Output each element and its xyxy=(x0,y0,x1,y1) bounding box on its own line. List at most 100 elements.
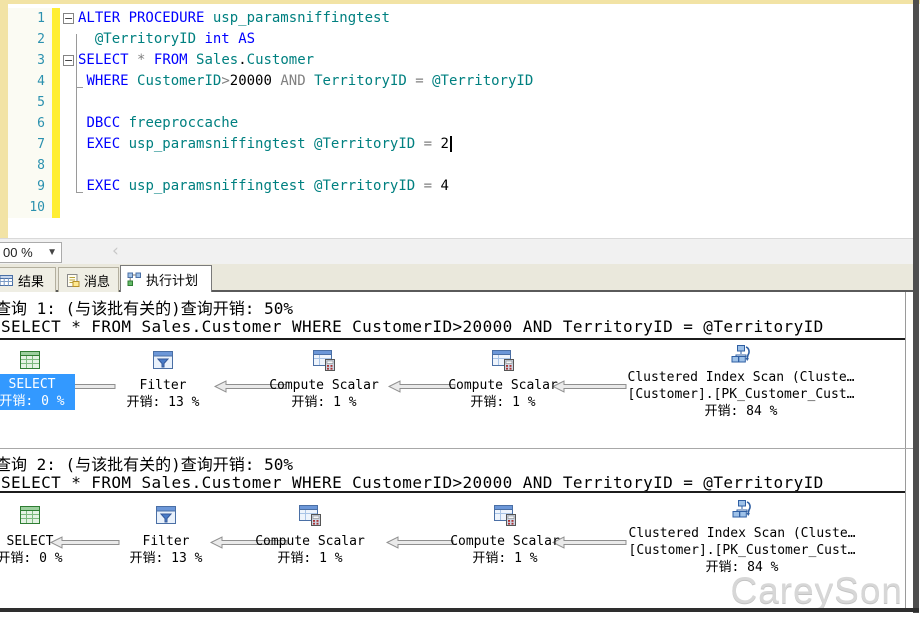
plan-node-label: Compute Scalar xyxy=(433,377,573,394)
plan-node-label: Compute Scalar xyxy=(435,533,575,550)
line-number: 8 xyxy=(8,155,52,176)
modified-line-indicator xyxy=(52,155,60,176)
compute-scalar-icon xyxy=(493,503,517,527)
plan-node[interactable]: Compute Scalar开销: 1 % xyxy=(240,533,380,567)
plan-node-cost: 开销: 1 % xyxy=(240,550,380,567)
scroll-left-icon[interactable]: ‹ xyxy=(112,241,119,261)
zoom-level-value: 00 % xyxy=(0,245,33,260)
plan-node-cost: 开销: 13 % xyxy=(93,394,233,411)
code-text: SELECT * FROM Sales.Customer xyxy=(78,50,913,71)
editor-hscrollbar[interactable]: 00 % ▼ ‹ xyxy=(0,238,913,264)
code-line-4[interactable]: 4 WHERE CustomerID>20000 AND TerritoryID… xyxy=(8,71,913,92)
tab-execution-plan[interactable]: 执行计划 xyxy=(120,265,212,292)
code-text xyxy=(78,155,913,176)
results-tab-bar: 结果 消息执行计划 xyxy=(0,264,913,292)
code-line-3[interactable]: 3−SELECT * FROM Sales.Customer xyxy=(8,50,913,71)
plan-node-cost: 开销: 84 % xyxy=(606,403,876,420)
plan-node[interactable]: Filter开销: 13 % xyxy=(96,533,236,567)
query1-sql: SELECT * FROM Sales.Customer WHERE Custo… xyxy=(1,317,824,336)
messages-icon xyxy=(65,273,80,288)
code-text xyxy=(78,197,913,218)
fold-margin xyxy=(60,197,78,218)
code-line-8[interactable]: 8 xyxy=(8,155,913,176)
fold-collapse-icon[interactable]: − xyxy=(63,13,74,24)
code-text: EXEC usp_paramsniffingtest @TerritoryID … xyxy=(78,134,913,155)
plan-node-label: SELECT xyxy=(0,533,100,550)
window-left-edge xyxy=(0,4,8,238)
code-text: DBCC freeproccache xyxy=(78,113,913,134)
line-number: 5 xyxy=(8,92,52,113)
plan-node[interactable]: SELECT开销: 0 % xyxy=(0,374,75,410)
divider xyxy=(0,448,913,449)
filter-icon xyxy=(151,348,175,372)
tab-results[interactable]: 结果 xyxy=(0,267,56,292)
filter-icon xyxy=(154,503,178,527)
code-text: ALTER PROCEDURE usp_paramsniffingtest xyxy=(78,8,913,29)
query1-plan-canvas[interactable]: SELECT开销: 0 % Filter开销: 13 % Compute Scala… xyxy=(0,340,905,447)
plan-node[interactable]: Compute Scalar开销: 1 % xyxy=(433,377,573,411)
code-line-7[interactable]: 7 EXEC usp_paramsniffingtest @TerritoryI… xyxy=(8,134,913,155)
plan-node-label: Clustered Index Scan (Cluste… xyxy=(606,369,876,386)
tab-messages[interactable]: 消息 xyxy=(58,267,119,292)
line-number: 1 xyxy=(8,8,52,29)
plan-node-cost: 开销: 0 % xyxy=(0,550,100,567)
window-bottom-edge xyxy=(0,608,919,612)
result-icon xyxy=(18,348,42,372)
sql-editor[interactable]: 1−ALTER PROCEDURE usp_paramsniffingtest2… xyxy=(8,4,913,238)
plan-node[interactable]: Compute Scalar开销: 1 % xyxy=(435,533,575,567)
modified-line-indicator xyxy=(52,50,60,71)
fold-margin: − xyxy=(60,8,78,29)
plan-node-label: Clustered Index Scan (Cluste… xyxy=(607,525,877,542)
compute-scalar-icon xyxy=(312,348,336,372)
plan-node-label: Compute Scalar xyxy=(240,533,380,550)
line-number: 6 xyxy=(8,113,52,134)
chevron-down-icon: ▼ xyxy=(47,247,61,258)
plan-node-object: [Customer].[PK_Customer_Cust… xyxy=(606,386,876,403)
plan-node-cost: 开销: 1 % xyxy=(435,550,575,567)
code-text: @TerritoryID int AS xyxy=(78,29,913,50)
plan-node-cost: 开销: 13 % xyxy=(96,550,236,567)
modified-line-indicator xyxy=(52,71,60,92)
code-line-9[interactable]: 9 EXEC usp_paramsniffingtest @TerritoryI… xyxy=(8,176,913,197)
compute-scalar-icon xyxy=(491,348,515,372)
plan-node[interactable]: Filter开销: 13 % xyxy=(93,377,233,411)
plan-node-cost: 开销: 1 % xyxy=(433,394,573,411)
plan-node-cost: 开销: 1 % xyxy=(254,394,394,411)
plan-node[interactable]: SELECT开销: 0 % xyxy=(0,533,100,567)
modified-line-indicator xyxy=(52,197,60,218)
plan-node-label: SELECT xyxy=(0,376,75,393)
line-number: 7 xyxy=(8,134,52,155)
watermark: CareySon xyxy=(730,570,903,612)
plan-node[interactable]: Clustered Index Scan (Cluste…[Customer].… xyxy=(606,369,876,420)
zoom-level-select[interactable]: 00 % ▼ xyxy=(0,242,62,263)
code-line-2[interactable]: 2 @TerritoryID int AS xyxy=(8,29,913,50)
code-line-1[interactable]: 1−ALTER PROCEDURE usp_paramsniffingtest xyxy=(8,8,913,29)
code-line-6[interactable]: 6 DBCC freeproccache xyxy=(8,113,913,134)
code-line-10[interactable]: 10 xyxy=(8,197,913,218)
line-number: 2 xyxy=(8,29,52,50)
code-line-5[interactable]: 5 xyxy=(8,92,913,113)
pane-right-divider xyxy=(905,292,906,608)
modified-line-indicator xyxy=(52,29,60,50)
line-number: 4 xyxy=(8,71,52,92)
query2-sql: SELECT * FROM Sales.Customer WHERE Custo… xyxy=(1,473,824,492)
tab-label: 消息 xyxy=(84,271,110,290)
execution-plan-icon xyxy=(127,272,142,287)
code-text: WHERE CustomerID>20000 AND TerritoryID =… xyxy=(78,71,913,92)
fold-scope-line xyxy=(76,34,83,193)
query2-header: 查询 2: (与该批有关的)查询开销: 50% xyxy=(0,451,293,475)
modified-line-indicator xyxy=(52,8,60,29)
modified-line-indicator xyxy=(52,113,60,134)
modified-line-indicator xyxy=(52,92,60,113)
clustered-index-scan-icon xyxy=(729,343,753,367)
execution-plan-pane: 查询 1: (与该批有关的)查询开销: 50% SELECT * FROM Sa… xyxy=(0,292,913,608)
modified-line-indicator xyxy=(52,134,60,155)
fold-scope-tick xyxy=(76,80,83,88)
plan-node-object: [Customer].[PK_Customer_Cust… xyxy=(607,542,877,559)
window-right-edge xyxy=(913,0,919,613)
plan-node[interactable]: Clustered Index Scan (Cluste…[Customer].… xyxy=(607,525,877,576)
plan-node[interactable]: Compute Scalar开销: 1 % xyxy=(254,377,394,411)
line-number: 9 xyxy=(8,176,52,197)
fold-collapse-icon[interactable]: − xyxy=(63,55,74,66)
modified-line-indicator xyxy=(52,176,60,197)
